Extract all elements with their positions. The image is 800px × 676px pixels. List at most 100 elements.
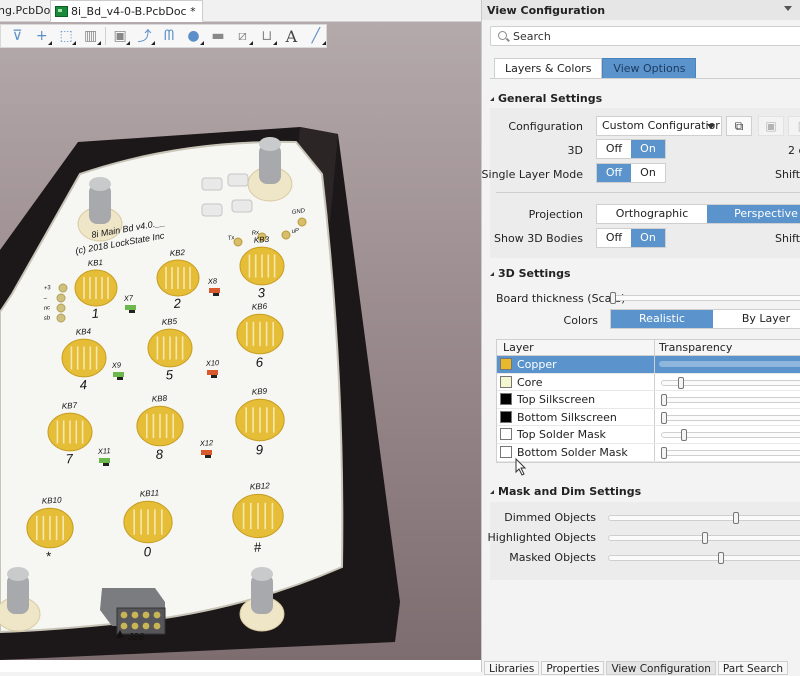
led-ref-label: X11: [97, 446, 111, 456]
tactile-switch: [227, 173, 249, 187]
tab-layers-colors[interactable]: Layers & Colors: [494, 58, 603, 78]
transparency-slider[interactable]: [659, 361, 800, 367]
led-ref-label: X8: [207, 276, 219, 286]
dropdown-indicator-icon: [72, 41, 77, 45]
board-thickness-slider[interactable]: [610, 292, 800, 304]
layer-row-top-silkscreen[interactable]: Top Silkscreen: [497, 391, 800, 409]
masked-objects-slider[interactable]: [608, 552, 800, 564]
document-tab-active[interactable]: 8i_Bd_v4-0-B.PcbDoc *: [50, 0, 203, 22]
led-component: [113, 372, 124, 377]
toolbar-dimension-button[interactable]: ⧄: [232, 26, 253, 46]
dimmed-objects-slider[interactable]: [608, 512, 800, 524]
configuration-dropdown[interactable]: Custom Configuratior: [596, 116, 722, 136]
pcb-3d-viewport[interactable]: 8i Main Bd v4.0.__ (c) 2018 LockState Inc…: [0, 22, 481, 660]
bottom-tab-libraries[interactable]: Libraries: [484, 661, 540, 675]
slider-thumb[interactable]: [732, 512, 739, 524]
keypad-key-kb11: [123, 500, 173, 544]
search-input[interactable]: Search: [490, 26, 800, 46]
standoff-top: [7, 567, 29, 581]
bottom-tab-properties[interactable]: Properties: [541, 661, 605, 675]
layer-row-top-solder-mask[interactable]: Top Solder Mask: [497, 426, 800, 444]
bottom-tab-part-search[interactable]: Part Search: [717, 661, 789, 675]
slider-thumb[interactable]: [677, 376, 684, 389]
3d-off-option[interactable]: Off: [597, 140, 631, 158]
toolbar-via-button[interactable]: ●: [183, 26, 204, 46]
transparency-slider[interactable]: [661, 376, 800, 389]
slider-thumb[interactable]: [610, 292, 616, 304]
single-layer-off-option[interactable]: Off: [597, 164, 631, 182]
add-configuration-button[interactable]: ⧉: [726, 116, 752, 136]
header-pin-label: uP: [291, 228, 299, 235]
toolbar-align-button[interactable]: ▥: [80, 26, 101, 46]
single-layer-mode-toggle[interactable]: Off On: [596, 163, 666, 183]
layer-row-bottom-silkscreen[interactable]: Bottom Silkscreen: [497, 408, 800, 427]
layer-row-copper[interactable]: Copper: [497, 356, 800, 374]
layer-color-swatch[interactable]: [500, 445, 512, 458]
layer-color-swatch[interactable]: [500, 428, 512, 441]
3d-on-option[interactable]: On: [631, 140, 665, 158]
toolbar-keepout-button[interactable]: ⊔: [257, 26, 278, 46]
save-configuration-button[interactable]: ▣: [758, 116, 784, 136]
colors-realistic-option[interactable]: Realistic: [611, 310, 713, 328]
toolbar-line-button[interactable]: ╱: [306, 26, 327, 46]
layer-color-swatch[interactable]: [500, 410, 512, 423]
show-3d-bodies-label: Show 3D Bodies: [494, 232, 583, 245]
projection-toggle[interactable]: Orthographic Perspective: [596, 204, 800, 224]
layer-row-bottom-solder-mask[interactable]: Bottom Solder Mask: [497, 443, 800, 462]
polygon-icon: ▬: [211, 28, 225, 44]
transparency-slider[interactable]: [661, 429, 800, 442]
led-marker: [213, 293, 219, 296]
toolbar-component-button[interactable]: ▣: [110, 26, 131, 46]
section-mask-dim-settings[interactable]: Mask and Dim Settings: [490, 485, 641, 498]
transparency-slider[interactable]: [661, 446, 800, 459]
header-pin-pad: [297, 217, 307, 227]
delete-configuration-button[interactable]: ▯: [788, 116, 800, 136]
led-component: [209, 288, 220, 293]
colors-by-layer-option[interactable]: By Layer: [713, 310, 800, 328]
show-3d-bodies-off-option[interactable]: Off: [597, 229, 631, 247]
toolbar-move-button[interactable]: +: [31, 26, 52, 46]
keypad-key-kb1: [74, 269, 118, 307]
tab-view-options[interactable]: View Options: [602, 58, 697, 78]
slider-thumb[interactable]: [661, 394, 667, 407]
toolbar-tune-button[interactable]: ᗰ: [159, 26, 179, 46]
single-layer-on-option[interactable]: On: [631, 164, 665, 182]
panel-menu-chevron-icon[interactable]: [784, 6, 792, 11]
transparency-slider[interactable]: [661, 411, 800, 424]
toolbar-route-button[interactable]: ⤴: [134, 26, 155, 46]
layer-color-swatch[interactable]: [500, 375, 512, 388]
slider-thumb[interactable]: [701, 532, 708, 544]
column-separator: [654, 443, 655, 461]
component-icon: ▣: [113, 28, 127, 44]
panel-bottom-tabs: Libraries Properties View Configuration …: [484, 661, 790, 675]
section-3d-settings[interactable]: 3D Settings: [490, 267, 571, 280]
show-3d-bodies-on-option[interactable]: On: [631, 229, 665, 247]
document-status-strip: [0, 660, 481, 672]
slider-thumb[interactable]: [718, 552, 725, 564]
layer-color-swatch[interactable]: [500, 393, 512, 406]
key-ref-label: KB8: [152, 394, 168, 404]
3d-toggle[interactable]: Off On: [596, 139, 666, 159]
key-ref-label: KB1: [88, 258, 104, 268]
layer-color-swatch[interactable]: [500, 358, 512, 370]
projection-perspective-option[interactable]: Perspective: [707, 205, 800, 223]
slider-thumb[interactable]: [661, 411, 667, 424]
toolbar-polygon-button[interactable]: ▬: [208, 26, 228, 46]
show-3d-bodies-toggle[interactable]: Off On: [596, 228, 666, 248]
bottom-tab-view-configuration[interactable]: View Configuration: [606, 661, 716, 675]
slider-thumb[interactable]: [661, 446, 667, 459]
toolbar-select-button[interactable]: ⬚: [56, 26, 77, 46]
toolbar-text-button[interactable]: A: [281, 26, 301, 46]
layer-row-core[interactable]: Core: [497, 373, 800, 392]
projection-orthographic-option[interactable]: Orthographic: [597, 205, 707, 223]
transparency-slider[interactable]: [661, 394, 800, 407]
section-general-settings[interactable]: General Settings: [490, 92, 602, 105]
highlighted-objects-slider[interactable]: [608, 532, 800, 544]
collapse-triangle-icon: [490, 97, 494, 101]
keypad-key-kb10: [26, 507, 74, 549]
slider-thumb[interactable]: [681, 429, 688, 442]
led-marker: [129, 310, 135, 313]
colors-toggle[interactable]: Realistic By Layer: [610, 309, 800, 329]
toolbar-filter-button[interactable]: ⊽: [7, 26, 27, 46]
column-separator: [654, 426, 655, 443]
